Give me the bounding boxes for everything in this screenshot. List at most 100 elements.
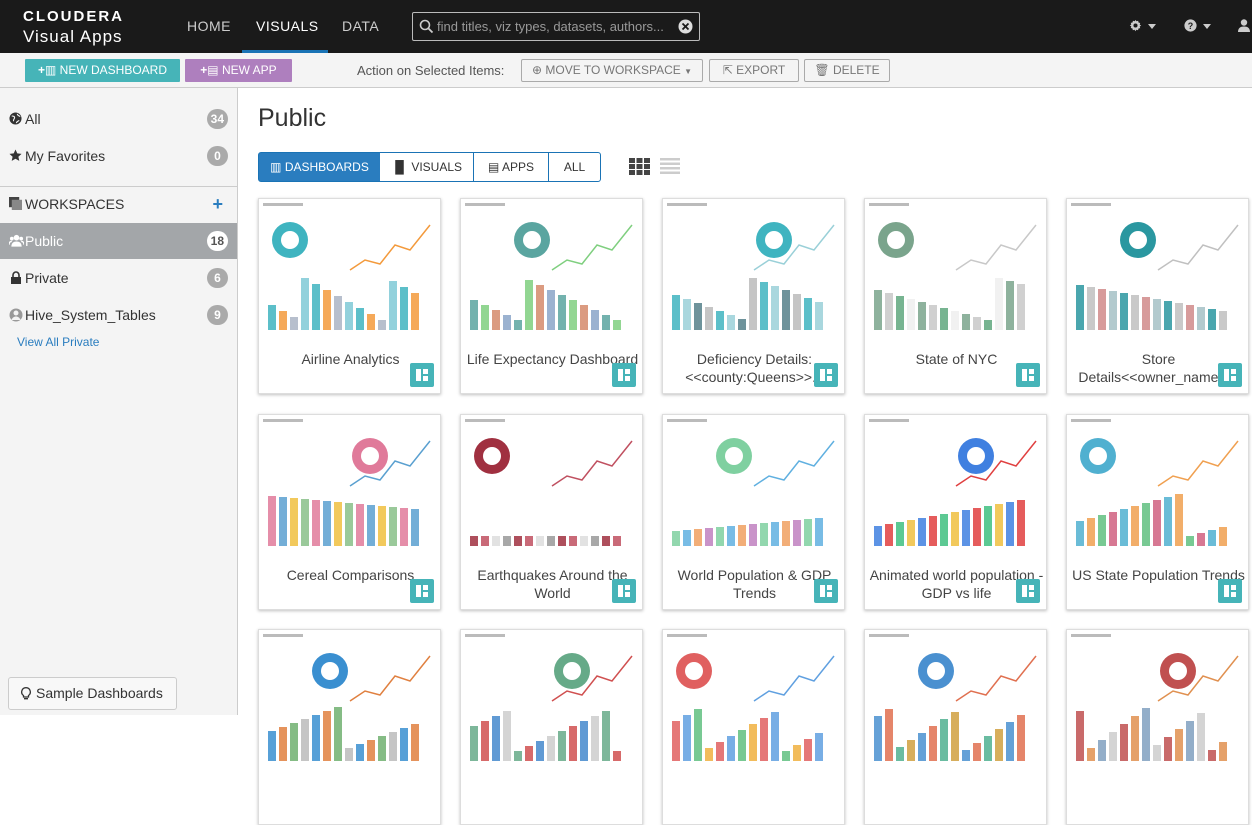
globe-icon <box>9 112 22 125</box>
new-app-label: NEW APP <box>222 63 277 77</box>
dashboard-thumbnail <box>1068 200 1247 346</box>
workspaces-header: WORKSPACES + <box>0 186 237 222</box>
dashboard-card[interactable] <box>460 629 643 825</box>
add-dashboard-icon: +▥ <box>37 63 57 77</box>
new-app-button[interactable]: +▤ NEW APP <box>185 59 292 82</box>
bar-chart-icon: ▐▌ <box>390 160 408 174</box>
dashboard-card[interactable]: World Population & GDP Trends <box>662 414 845 610</box>
chevron-down-icon <box>1203 24 1212 29</box>
dashboard-card[interactable]: Earthquakes Around the World <box>460 414 643 610</box>
dashboard-card[interactable]: Store Details<<owner_name:>> <box>1066 198 1249 394</box>
search-input[interactable] <box>437 13 677 40</box>
help-icon: ? <box>1184 19 1197 32</box>
export-label: EXPORT <box>736 63 786 77</box>
star-icon <box>9 149 22 161</box>
dashboard-card[interactable] <box>662 629 845 825</box>
dashboard-card[interactable]: US State Population Trends <box>1066 414 1249 610</box>
dashboard-type-icon <box>612 363 636 387</box>
sidebar-item-private[interactable]: Private 6 <box>0 260 237 296</box>
delete-button[interactable]: 🗑 DELETE <box>804 59 890 82</box>
add-app-icon: +▤ <box>200 63 219 77</box>
dashboard-type-icon <box>814 579 838 603</box>
trash-icon: 🗑 <box>814 63 830 77</box>
dashboard-card[interactable] <box>258 629 441 825</box>
dashboard-card[interactable]: Cereal Comparisons <box>258 414 441 610</box>
nav-visuals[interactable]: VISUALS <box>256 0 319 53</box>
list-view-icon[interactable] <box>660 158 680 175</box>
count-badge: 9 <box>207 305 228 325</box>
export-button[interactable]: ⇱ EXPORT <box>709 59 799 82</box>
tab-all[interactable]: ALL <box>548 152 601 182</box>
delete-label: DELETE <box>832 63 880 77</box>
nav-home[interactable]: HOME <box>187 0 231 53</box>
settings-menu[interactable] <box>1129 19 1157 35</box>
dashboard-card[interactable]: Airline Analytics <box>258 198 441 394</box>
search-icon <box>419 19 434 34</box>
dashboard-type-icon <box>612 579 636 603</box>
dashboard-thumbnail <box>664 631 843 777</box>
lock-icon <box>11 271 21 284</box>
tab-dashboards[interactable]: ▥ DASHBOARDS <box>258 152 381 182</box>
sample-dashboards-label: Sample Dashboards <box>36 685 163 701</box>
count-badge: 34 <box>206 109 228 129</box>
move-to-workspace-button[interactable]: ⊕ MOVE TO WORKSPACE ▼ <box>521 59 703 82</box>
clear-search-icon[interactable] <box>678 19 693 34</box>
action-label: Action on Selected Items: <box>357 63 505 78</box>
dashboard-type-icon <box>814 363 838 387</box>
dashboard-card[interactable] <box>1066 629 1249 825</box>
dashboard-card[interactable]: Life Expectancy Dashboard <box>460 198 643 394</box>
user-circle-icon <box>9 308 23 322</box>
tab-visuals[interactable]: ▐▌ VISUALS <box>380 152 474 182</box>
count-badge: 6 <box>207 268 228 288</box>
sidebar-item-all[interactable]: All 34 <box>0 101 237 137</box>
sidebar-item-label: Private <box>25 270 69 286</box>
export-icon: ⇱ <box>722 63 733 77</box>
tab-apps[interactable]: ▤ APPS <box>474 152 549 182</box>
dashboard-card[interactable]: State of NYC <box>864 198 1047 394</box>
sidebar-item-label: All <box>25 111 41 127</box>
sample-dashboards-button[interactable]: Sample Dashboards <box>8 677 177 710</box>
sidebar-item-hive-system-tables[interactable]: Hive_System_Tables 9 <box>0 297 237 333</box>
dashboard-type-icon <box>410 579 434 603</box>
add-workspace-icon[interactable]: + <box>212 186 223 222</box>
view-all-private-link[interactable]: View All Private <box>17 335 99 349</box>
sidebar-item-label: Hive_System_Tables <box>25 307 156 323</box>
dashboard-thumbnail <box>260 631 439 777</box>
help-menu[interactable]: ? <box>1184 19 1212 35</box>
move-label: MOVE TO WORKSPACE <box>545 63 681 77</box>
dashboard-icon: ▥ <box>270 160 282 174</box>
dashboard-type-icon <box>1016 579 1040 603</box>
lightbulb-icon <box>21 687 31 700</box>
app-icon: ▤ <box>487 160 500 174</box>
dashboard-type-icon <box>1016 363 1040 387</box>
tab-label: VISUALS <box>411 160 463 174</box>
chevron-down-icon: ▼ <box>684 67 693 76</box>
dashboard-thumbnail <box>664 416 843 562</box>
grid-view-icon[interactable] <box>629 158 650 175</box>
tab-label: APPS <box>502 160 535 174</box>
new-dashboard-label: NEW DASHBOARD <box>59 63 168 77</box>
dashboard-thumbnail <box>866 200 1045 346</box>
svg-text:?: ? <box>1188 21 1193 31</box>
sidebar-item-public[interactable]: Public 18 <box>0 223 237 259</box>
sidebar-item-favorites[interactable]: My Favorites 0 <box>0 138 237 174</box>
logo-line2: Visual Apps <box>23 27 123 46</box>
nav-data[interactable]: DATA <box>342 0 379 53</box>
dashboard-card[interactable]: Animated world population - GDP vs life <box>864 414 1047 610</box>
app-logo[interactable]: CLOUDERA Visual Apps <box>23 9 124 45</box>
action-toolbar: +▥ NEW DASHBOARD +▤ NEW APP Action on Se… <box>0 53 1252 88</box>
move-icon: ⊕ <box>531 63 543 77</box>
dashboard-thumbnail <box>866 631 1045 777</box>
sidebar: All 34 My Favorites 0 WORKSPACES + Publi… <box>0 88 238 715</box>
dashboard-type-icon <box>1218 363 1242 387</box>
workspaces-label: WORKSPACES <box>25 196 125 212</box>
new-dashboard-button[interactable]: +▥ NEW DASHBOARD <box>25 59 180 82</box>
dashboard-card[interactable] <box>864 629 1047 825</box>
user-menu[interactable] <box>1238 19 1250 35</box>
dashboard-card[interactable]: Deficiency Details: <<county:Queens>>... <box>662 198 845 394</box>
tab-label: DASHBOARDS <box>284 160 369 174</box>
page-title: Public <box>258 104 327 132</box>
dashboard-thumbnail <box>664 200 843 346</box>
sidebar-item-label: Public <box>25 233 64 249</box>
count-badge: 0 <box>207 146 228 166</box>
